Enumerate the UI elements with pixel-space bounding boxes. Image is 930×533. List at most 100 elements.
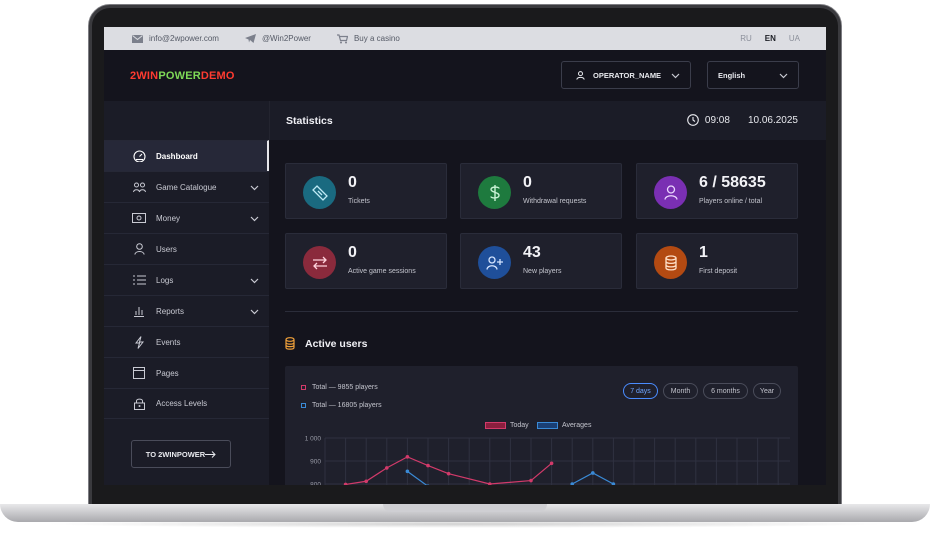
data-point[interactable] [488,482,492,485]
cart-icon [336,33,348,43]
lang-en[interactable]: EN [765,34,776,43]
stat-value: 1 [699,244,708,261]
money-icon [131,213,147,223]
period-6-months[interactable]: 6 months [703,383,748,399]
main-content: Statistics 09:08 10.06.2025 0 Tickets 0 … [269,101,826,485]
arrow-right-icon [205,450,216,458]
sidebar-item-label: Pages [156,368,179,378]
dollar-icon [478,176,511,209]
data-point[interactable] [611,482,616,485]
datetime: 09:08 10.06.2025 [687,114,798,126]
game-catalogue-icon [131,182,147,193]
stat-value: 43 [523,244,541,261]
telegram-link[interactable]: @Win2Power [244,34,311,43]
stat-value: 0 [348,244,357,261]
sidebar-item-access-levels[interactable]: Access Levels [104,388,269,419]
sidebar-item-money[interactable]: Money [104,202,269,233]
data-point[interactable] [364,479,368,484]
stat-card-withdrawals[interactable]: 0 Withdrawal requests [460,163,622,219]
date-value: 10.06.2025 [747,114,798,126]
sidebar-item-users[interactable]: Users [104,233,269,264]
total-averages: Total — 16805 players [301,402,382,409]
stat-card-game-sessions[interactable]: 0 Active game sessions [285,233,447,289]
ticket-icon [303,176,336,209]
main-header: Statistics 09:08 10.06.2025 [269,101,826,140]
sidebar-item-dashboard[interactable]: Dashboard [104,140,269,171]
user-icon [131,243,147,255]
section-divider [285,311,798,312]
data-point[interactable] [570,482,574,485]
data-point[interactable] [405,469,410,474]
logo-part-2: POWER [158,70,201,82]
sidebar-item-pages[interactable]: Pages [104,357,269,388]
sidebar-item-events[interactable]: Events [104,326,269,357]
data-point[interactable] [405,455,410,459]
y-tick-label: 1 000 [305,436,322,443]
stat-value: 6 / 58635 [699,174,766,191]
coins-icon [285,337,295,350]
database-icon [654,246,687,279]
lightning-icon [131,335,147,349]
data-point[interactable] [385,466,389,470]
user-icon [654,176,687,209]
stat-card-tickets[interactable]: 0 Tickets [285,163,447,219]
stat-label: Players online / total [699,198,763,205]
total-avg-text: Total — 16805 players [312,402,382,409]
data-point[interactable] [591,471,595,475]
y-tick-label: 900 [310,459,321,466]
page-title: Statistics [286,115,333,127]
screen: info@2wpower.com @Win2Power Buy a casino… [104,27,826,485]
lock-icon [131,398,147,410]
logo-part-3: DEMO [200,70,235,82]
stat-card-new-players[interactable]: 43 New players [460,233,622,289]
sidebar-item-label: Access Levels [156,399,208,408]
chevron-down-icon [779,73,788,79]
laptop-frame: info@2wpower.com @Win2Power Buy a casino… [0,0,930,533]
data-point[interactable] [529,478,533,483]
lang-ua[interactable]: UA [789,34,800,43]
sidebar-item-logs[interactable]: Logs [104,264,269,295]
active-users-heading: Active users [285,337,367,350]
sidebar-item-reports[interactable]: Reports [104,295,269,326]
period-7-days[interactable]: 7 days [623,383,658,399]
total-today-text: Total — 9855 players [312,384,378,391]
stat-label: Tickets [348,198,370,205]
email-link[interactable]: info@2wpower.com [132,34,219,43]
language-value: English [718,70,746,80]
time-value: 09:08 [704,114,730,126]
period-month[interactable]: Month [663,383,698,399]
bar-chart-icon [131,306,147,317]
chevron-down-icon [250,278,259,284]
lang-ru[interactable]: RU [740,34,752,43]
data-point[interactable] [446,471,451,476]
buy-casino-link[interactable]: Buy a casino [336,33,400,44]
total-today: Total — 9855 players [301,384,378,391]
active-users-title: Active users [305,337,368,350]
sidebar-item-game-catalogue[interactable]: Game Catalogue [104,171,269,202]
sidebar-item-label: Events [156,337,181,347]
to-2winpower-button[interactable]: TO 2WINPOWER [131,440,231,468]
stat-label: Active game sessions [348,268,416,275]
operator-dropdown[interactable]: OPERATOR_NAME [561,61,691,89]
sidebar-item-label: Logs [156,275,174,285]
stat-card-first-deposit[interactable]: 1 First deposit [636,233,798,289]
pages-icon [131,367,147,379]
data-point[interactable] [343,482,348,485]
language-dropdown[interactable]: English [707,61,799,89]
stat-card-players[interactable]: 6 / 58635 Players online / total [636,163,798,219]
add-user-icon [478,246,511,279]
data-point[interactable] [549,461,554,466]
stat-value: 0 [348,174,357,191]
chevron-down-icon [671,73,680,79]
period-year[interactable]: Year [753,383,781,399]
sidebar: Dashboard Game Catalogue Money Users Log… [104,101,269,485]
top-contact-bar: info@2wpower.com @Win2Power Buy a casino… [104,27,826,50]
data-point[interactable] [426,463,430,468]
language-switcher: RU EN UA [740,27,800,50]
buy-casino-text: Buy a casino [353,34,400,43]
y-tick-label: 800 [310,482,321,486]
logo[interactable]: 2WINPOWERDEMO [130,70,235,82]
stat-label: New players [523,268,562,275]
laptop-notch [383,504,547,512]
series-line [407,470,428,485]
